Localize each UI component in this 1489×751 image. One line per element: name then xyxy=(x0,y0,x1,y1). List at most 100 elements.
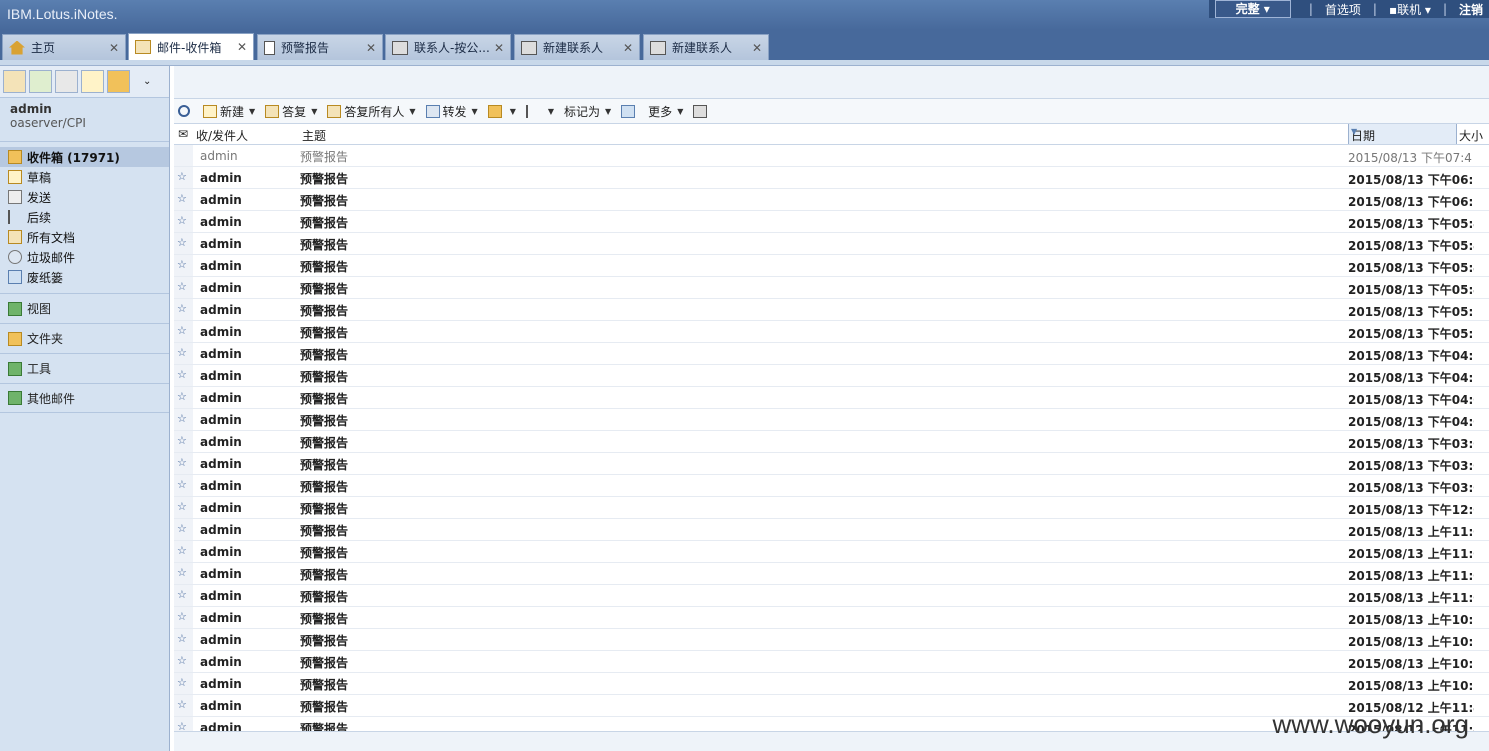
refresh-button[interactable] xyxy=(178,105,193,117)
star-icon[interactable]: ☆ xyxy=(177,456,187,469)
star-icon[interactable]: ☆ xyxy=(177,522,187,535)
table-row[interactable]: ☆ admin 预警报告 2015/08/13 下午03:0 xyxy=(174,431,1489,453)
star-icon[interactable]: ☆ xyxy=(177,588,187,601)
chevron-down-icon[interactable]: ▼ xyxy=(472,107,478,116)
star-icon[interactable]: ☆ xyxy=(177,324,187,337)
mark-as-button[interactable]: 标记为 ▼ xyxy=(564,103,611,120)
table-row[interactable]: ☆ admin 预警报告 2015/08/13 下午05:1 xyxy=(174,299,1489,321)
star-icon[interactable]: ☆ xyxy=(177,412,187,425)
column-sender[interactable]: 收/发件人 xyxy=(196,127,248,144)
column-size[interactable]: 大小 xyxy=(1459,127,1483,144)
star-icon[interactable]: ☆ xyxy=(177,478,187,491)
table-row[interactable]: ☆ admin 预警报告 2015/08/13 上午11:0 xyxy=(174,519,1489,541)
tab-alert-report[interactable]: 预警报告 ✕ xyxy=(257,34,383,60)
new-button[interactable]: 新建 ▼ xyxy=(203,103,255,120)
sidebar-group-tools[interactable]: 工具 xyxy=(0,353,169,383)
close-icon[interactable]: ✕ xyxy=(752,41,762,55)
tab-home[interactable]: 主页 ✕ xyxy=(2,34,126,60)
table-row[interactable]: ☆ admin 预警报告 2015/08/13 下午04:3 xyxy=(174,343,1489,365)
more-button[interactable]: 更多 ▼ xyxy=(648,103,683,120)
star-icon[interactable]: ☆ xyxy=(177,170,187,183)
star-icon[interactable]: ☆ xyxy=(177,192,187,205)
delete-button[interactable] xyxy=(621,104,638,118)
move-to-folder-button[interactable]: ▼ xyxy=(487,104,516,118)
tab-inbox[interactable]: 邮件-收件箱 ✕ xyxy=(128,33,254,60)
sidebar-item-followup[interactable]: 后续 xyxy=(0,207,169,227)
chevron-down-icon[interactable]: ▼ xyxy=(677,107,683,116)
follow-up-button[interactable]: ▼ xyxy=(525,104,554,118)
table-row[interactable]: ☆ admin 预警报告 2015/08/13 下午05:4 xyxy=(174,277,1489,299)
table-row[interactable]: ☆ admin 预警报告 2015/08/13 下午03:0 xyxy=(174,453,1489,475)
chevron-down-icon[interactable]: ▼ xyxy=(548,107,554,116)
table-row[interactable]: admin 预警报告 2015/08/13 下午07:4 xyxy=(174,145,1489,167)
star-icon[interactable]: ☆ xyxy=(177,610,187,623)
print-button[interactable] xyxy=(693,104,710,118)
star-icon[interactable]: ☆ xyxy=(177,698,187,711)
chevron-down-icon[interactable]: ▼ xyxy=(605,107,611,116)
star-icon[interactable]: ☆ xyxy=(177,500,187,513)
star-icon[interactable]: ☆ xyxy=(177,434,187,447)
column-subject[interactable]: 主题 xyxy=(302,127,326,144)
envelope-icon[interactable]: ✉ xyxy=(178,127,188,141)
star-icon[interactable]: ☆ xyxy=(177,390,187,403)
mail-app-icon[interactable] xyxy=(3,70,26,93)
star-icon[interactable]: ☆ xyxy=(177,280,187,293)
online-status-menu[interactable]: ▪联机 ▾ xyxy=(1389,1,1431,18)
sidebar-item-all-documents[interactable]: 所有文档 xyxy=(0,227,169,247)
close-icon[interactable]: ✕ xyxy=(109,41,119,55)
table-row[interactable]: ☆ admin 预警报告 2015/08/13 下午06:1 xyxy=(174,189,1489,211)
star-icon[interactable]: ☆ xyxy=(177,566,187,579)
table-row[interactable]: ☆ admin 预警报告 2015/08/13 下午12:0 xyxy=(174,497,1489,519)
table-row[interactable]: ☆ admin 预警报告 2015/08/13 上午11:0 xyxy=(174,563,1489,585)
star-icon[interactable]: ☆ xyxy=(177,302,187,315)
notebook-app-icon[interactable] xyxy=(107,70,130,93)
logout-link[interactable]: 注销 xyxy=(1459,1,1483,18)
sidebar-item-junk[interactable]: 垃圾邮件 xyxy=(0,247,169,267)
close-icon[interactable]: ✕ xyxy=(237,40,247,54)
todo-app-icon[interactable] xyxy=(81,70,104,93)
reply-button[interactable]: 答复 ▼ xyxy=(265,103,317,120)
close-icon[interactable]: ✕ xyxy=(623,41,633,55)
star-icon[interactable]: ☆ xyxy=(177,632,187,645)
star-icon[interactable]: ☆ xyxy=(177,214,187,227)
star-icon[interactable]: ☆ xyxy=(177,544,187,557)
tab-contacts[interactable]: 联系人-按公... ✕ xyxy=(385,34,511,60)
preferences-link[interactable]: 首选项 xyxy=(1325,1,1361,18)
chevron-down-icon[interactable]: ▼ xyxy=(409,107,415,116)
sidebar-item-trash[interactable]: 废纸篓 xyxy=(0,267,169,287)
star-icon[interactable]: ☆ xyxy=(177,258,187,271)
table-row[interactable]: ☆ admin 预警报告 2015/08/13 下午04:0 xyxy=(174,409,1489,431)
table-row[interactable]: ☆ admin 预警报告 2015/08/13 上午11:0 xyxy=(174,541,1489,563)
table-row[interactable]: ☆ admin 预警报告 2015/08/13 上午10:3 xyxy=(174,629,1489,651)
table-row[interactable]: ☆ admin 预警报告 2015/08/13 下午06:1 xyxy=(174,167,1489,189)
chevron-down-icon[interactable]: ▼ xyxy=(510,107,516,116)
star-icon[interactable]: ☆ xyxy=(177,676,187,689)
table-row[interactable]: ☆ admin 预警报告 2015/08/13 上午11:0 xyxy=(174,585,1489,607)
table-row[interactable]: ☆ admin 预警报告 2015/08/13 下午03:0 xyxy=(174,475,1489,497)
reply-all-button[interactable]: 答复所有人 ▼ xyxy=(327,103,416,120)
mode-select[interactable]: 完整 ▾ xyxy=(1214,0,1291,18)
close-icon[interactable]: ✕ xyxy=(366,41,376,55)
table-row[interactable]: ☆ admin 预警报告 2015/08/13 下午05:4 xyxy=(174,255,1489,277)
sidebar-group-other-mail[interactable]: 其他邮件 xyxy=(0,383,169,413)
table-row[interactable]: ☆ admin 预警报告 2015/08/13 上午10:3 xyxy=(174,607,1489,629)
table-row[interactable]: ☆ admin 预警报告 2015/08/13 上午10:3 xyxy=(174,673,1489,695)
star-icon[interactable]: ☆ xyxy=(177,368,187,381)
star-icon[interactable]: ☆ xyxy=(177,654,187,667)
table-row[interactable]: ☆ admin 预警报告 2015/08/13 下午05:4 xyxy=(174,211,1489,233)
forward-button[interactable]: 转发 ▼ xyxy=(425,103,478,120)
sidebar-item-drafts[interactable]: 草稿 xyxy=(0,167,169,187)
chevron-down-icon[interactable]: ▼ xyxy=(311,107,317,116)
column-date[interactable]: 日期 ▼ xyxy=(1348,124,1457,144)
close-icon[interactable]: ✕ xyxy=(494,41,504,55)
sidebar-group-views[interactable]: 视图 xyxy=(0,293,169,323)
tab-new-contact-2[interactable]: 新建联系人 ✕ xyxy=(643,34,769,60)
star-icon[interactable]: ☆ xyxy=(177,346,187,359)
chevron-down-icon[interactable]: ▼ xyxy=(249,107,255,116)
table-row[interactable]: ☆ admin 预警报告 2015/08/13 下午04:3 xyxy=(174,365,1489,387)
table-row[interactable]: ☆ admin 预警报告 2015/08/13 下午04:0 xyxy=(174,387,1489,409)
table-row[interactable]: ☆ admin 预警报告 2015/08/13 下午05:4 xyxy=(174,233,1489,255)
sidebar-item-sent[interactable]: 发送 xyxy=(0,187,169,207)
table-row[interactable]: ☆ admin 预警报告 2015/08/13 上午10:3 xyxy=(174,651,1489,673)
sidebar-item-inbox[interactable]: 收件箱 (17971) xyxy=(0,147,169,167)
